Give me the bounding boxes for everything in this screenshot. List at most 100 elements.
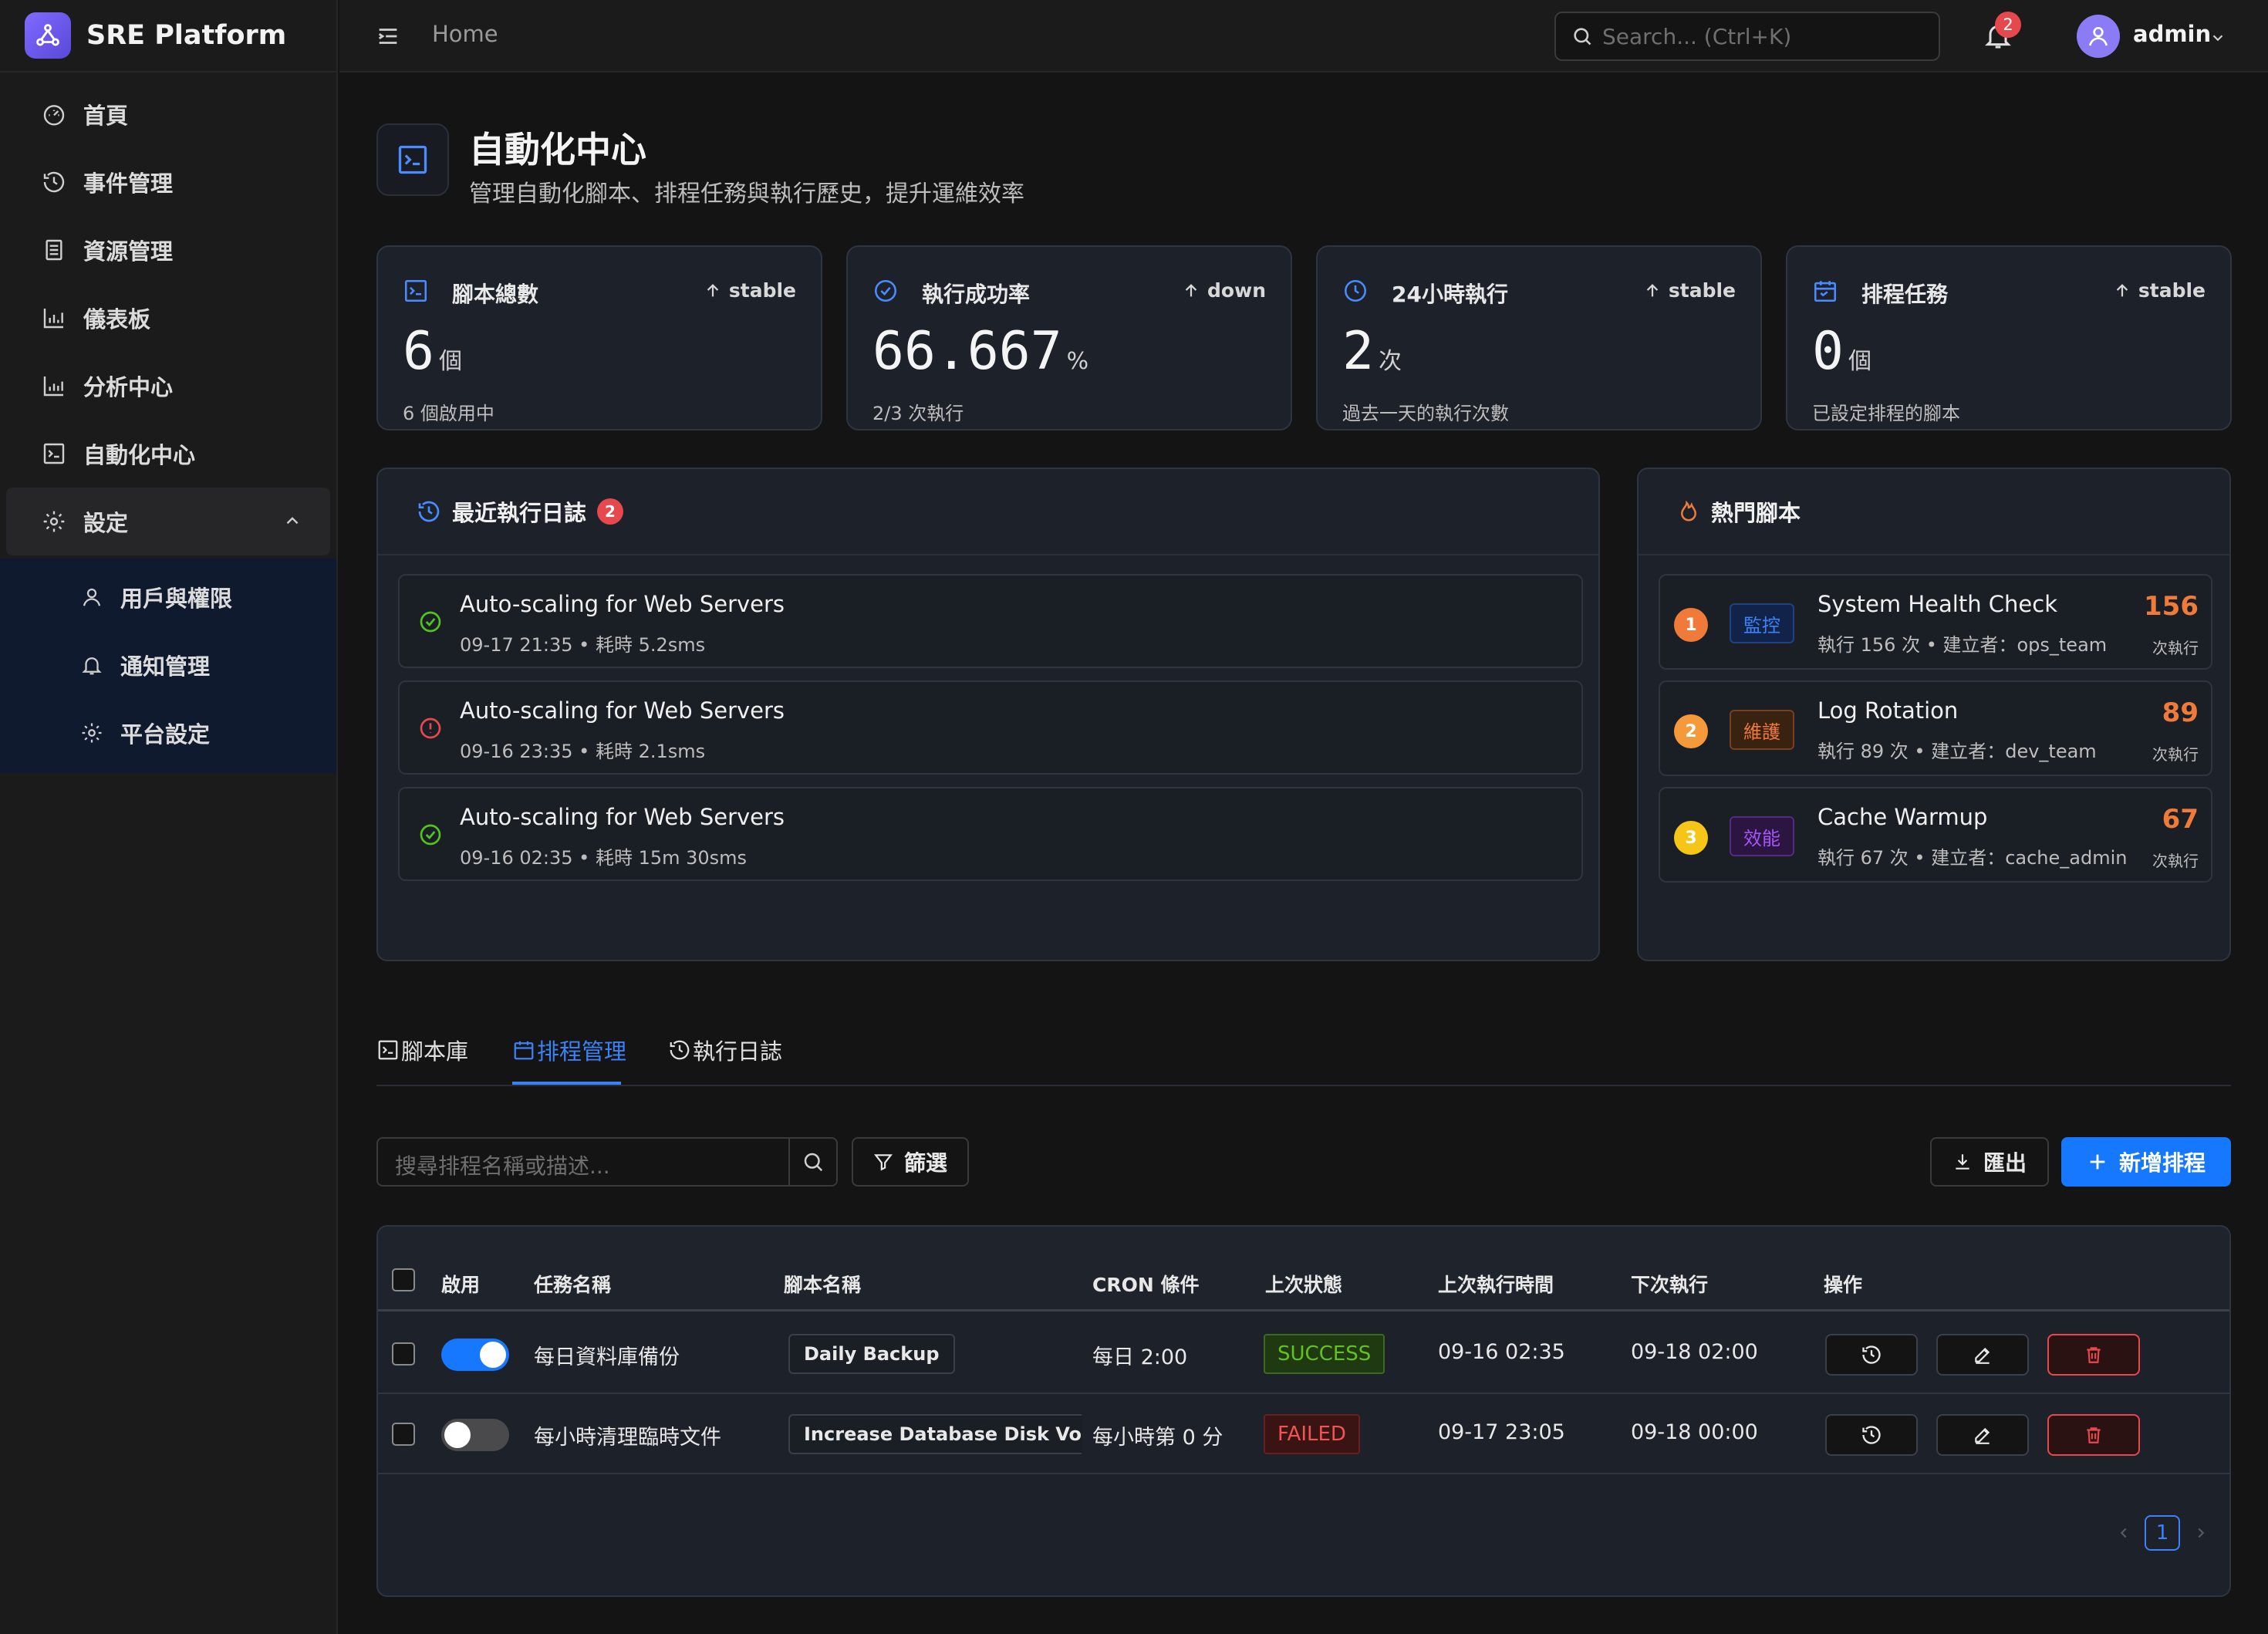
sidebar-subitem-label: 用戶與權限	[120, 586, 233, 612]
page-number-current[interactable]: 1	[2145, 1515, 2180, 1551]
edit-button[interactable]	[1936, 1414, 2029, 1456]
log-title: Auto-scaling for Web Servers	[460, 697, 785, 724]
enable-toggle[interactable]	[441, 1339, 509, 1371]
script-meta: 執行 156 次 • 建立者：ops_team	[1817, 634, 2108, 656]
tab-execution-logs[interactable]: 執行日誌	[668, 1034, 782, 1066]
rank-badge: 2	[1674, 714, 1708, 748]
sidebar-item-dashboards[interactable]: 儀表板	[0, 284, 336, 352]
error-circle-icon	[420, 717, 441, 739]
stat-card-success-rate: 執行成功率 down 66.667% 2/3 次執行	[846, 245, 1292, 430]
hot-script-item[interactable]: 3 效能 Cache Warmup 執行 67 次 • 建立者：cache_ad…	[1659, 787, 2212, 883]
row-checkbox[interactable]	[392, 1342, 415, 1366]
stat-value-row: 66.667%	[872, 321, 1088, 382]
stat-trend-text: down	[1207, 279, 1266, 302]
stat-unit: 次	[1378, 348, 1402, 375]
table-row: 每小時清理臨時文件 Increase Database Disk Volume …	[378, 1394, 2229, 1474]
log-title: Auto-scaling for Web Servers	[460, 591, 785, 617]
user-name[interactable]: admin	[2133, 21, 2211, 47]
clock-icon	[43, 171, 65, 193]
add-schedule-button[interactable]: 新增排程	[2061, 1137, 2231, 1187]
filter-button[interactable]: 篩選	[852, 1137, 969, 1187]
sidebar-item-users[interactable]: 用戶與權限	[0, 563, 336, 631]
sidebar-item-settings[interactable]: 設定	[6, 488, 330, 555]
log-item[interactable]: Auto-scaling for Web Servers 09-17 21:35…	[398, 574, 1583, 668]
stat-unit: 個	[1848, 348, 1871, 375]
fire-icon	[1680, 500, 1697, 522]
breadcrumb[interactable]: Home	[432, 21, 498, 47]
stat-value: 0	[1812, 321, 1844, 382]
export-button[interactable]: 匯出	[1930, 1137, 2049, 1187]
stat-value: 6	[403, 321, 434, 382]
history-button[interactable]	[1825, 1334, 1918, 1376]
trash-icon	[2087, 1347, 2101, 1363]
run-count-unit: 次執行	[2152, 745, 2199, 764]
log-item[interactable]: Auto-scaling for Web Servers 09-16 23:35…	[398, 680, 1583, 775]
sidebar-item-resources[interactable]: 資源管理	[0, 216, 336, 284]
check-circle-icon	[420, 824, 441, 846]
terminal-icon	[378, 1040, 398, 1060]
sidebar-item-incidents[interactable]: 事件管理	[0, 148, 336, 216]
tab-label: 腳本庫	[401, 1038, 469, 1065]
edit-button[interactable]	[1936, 1334, 2029, 1376]
history-icon	[1862, 1345, 1881, 1364]
column-header: 上次狀態	[1265, 1274, 1343, 1296]
stat-label: 執行成功率	[922, 282, 1031, 307]
logo-icon	[25, 12, 71, 59]
sidebar-item-platform-settings[interactable]: 平台設定	[0, 699, 336, 767]
tab-schedules[interactable]: 排程管理	[512, 1034, 626, 1066]
chevron-right-icon[interactable]	[2192, 1524, 2209, 1541]
rank-badge: 3	[1674, 821, 1708, 855]
enable-toggle[interactable]	[441, 1419, 509, 1451]
chevron-down-icon[interactable]	[2209, 29, 2226, 46]
sidebar-item-automation[interactable]: 自動化中心	[0, 420, 336, 488]
search-button[interactable]	[788, 1139, 836, 1185]
global-search-input[interactable]: Search... (Ctrl+K)	[1554, 12, 1940, 61]
table-row: 每日資料庫備份 Daily Backup 每日 2:00 SUCCESS 09-…	[378, 1314, 2229, 1394]
delete-button[interactable]	[2047, 1414, 2140, 1456]
chevron-up-icon	[286, 517, 299, 525]
log-item[interactable]: Auto-scaling for Web Servers 09-16 02:35…	[398, 787, 1583, 881]
sidebar-item-label: 分析中心	[83, 374, 174, 400]
bar-chart-icon	[43, 309, 63, 329]
clock-icon	[1344, 279, 1367, 302]
recent-logs-panel: 最近執行日誌 2 Auto-scaling for Web Servers 09…	[376, 468, 1600, 961]
panel-title: 最近執行日誌	[452, 500, 587, 526]
page-icon	[376, 123, 449, 196]
delete-button[interactable]	[2047, 1334, 2140, 1376]
hot-script-item[interactable]: 2 維護 Log Rotation 執行 89 次 • 建立者：dev_team…	[1659, 680, 2212, 776]
column-header: 任務名稱	[534, 1274, 612, 1296]
sidebar-item-notifications[interactable]: 通知管理	[0, 631, 336, 699]
sidebar: SRE Platform 首頁 事件管理 資源管理 儀表板 分析中心 自動化中心	[0, 0, 338, 1634]
hot-script-item[interactable]: 1 監控 System Health Check 執行 156 次 • 建立者：…	[1659, 574, 2212, 670]
row-checkbox[interactable]	[392, 1423, 415, 1446]
cron-condition: 每日 2:00	[1092, 1345, 1188, 1369]
sidebar-item-analytics[interactable]: 分析中心	[0, 352, 336, 420]
tab-script-library[interactable]: 腳本庫	[376, 1034, 468, 1066]
task-name: 每小時清理臨時文件	[534, 1426, 721, 1450]
schedule-search-input[interactable]: 搜尋排程名稱或描述...	[376, 1137, 838, 1187]
avatar[interactable]	[2077, 15, 2120, 58]
dashboard-gauge-icon	[43, 105, 65, 126]
calendar-icon	[514, 1041, 534, 1060]
user-icon	[83, 588, 101, 606]
last-run-time: 09-16 02:35	[1438, 1340, 1565, 1364]
menu-toggle-icon[interactable]	[375, 23, 401, 49]
panel-header: 最近執行日誌 2	[378, 469, 1598, 555]
brand[interactable]: SRE Platform	[0, 0, 336, 73]
schedules-table: 啟用 任務名稱 腳本名稱 CRON 條件 上次狀態 上次執行時間 下次執行 操作…	[376, 1225, 2231, 1597]
history-button[interactable]	[1825, 1414, 1918, 1456]
column-header: 上次執行時間	[1438, 1274, 1554, 1296]
column-header: 啟用	[441, 1274, 481, 1296]
select-all-checkbox[interactable]	[392, 1268, 415, 1291]
tab-label: 排程管理	[537, 1038, 627, 1065]
notification-count-badge: 2	[1995, 12, 2021, 38]
stat-note: 2/3 次執行	[872, 403, 964, 424]
chevron-left-icon[interactable]	[2115, 1524, 2132, 1541]
script-chip[interactable]: Increase Database Disk Volume	[788, 1414, 1082, 1454]
sidebar-item-home[interactable]: 首頁	[0, 80, 336, 148]
script-meta: 執行 89 次 • 建立者：dev_team	[1817, 741, 2097, 762]
search-icon	[1574, 28, 1591, 46]
sidebar-subitem-label: 平台設定	[120, 721, 211, 748]
active-tab-indicator	[512, 1082, 621, 1085]
script-chip[interactable]: Daily Backup	[788, 1334, 955, 1374]
